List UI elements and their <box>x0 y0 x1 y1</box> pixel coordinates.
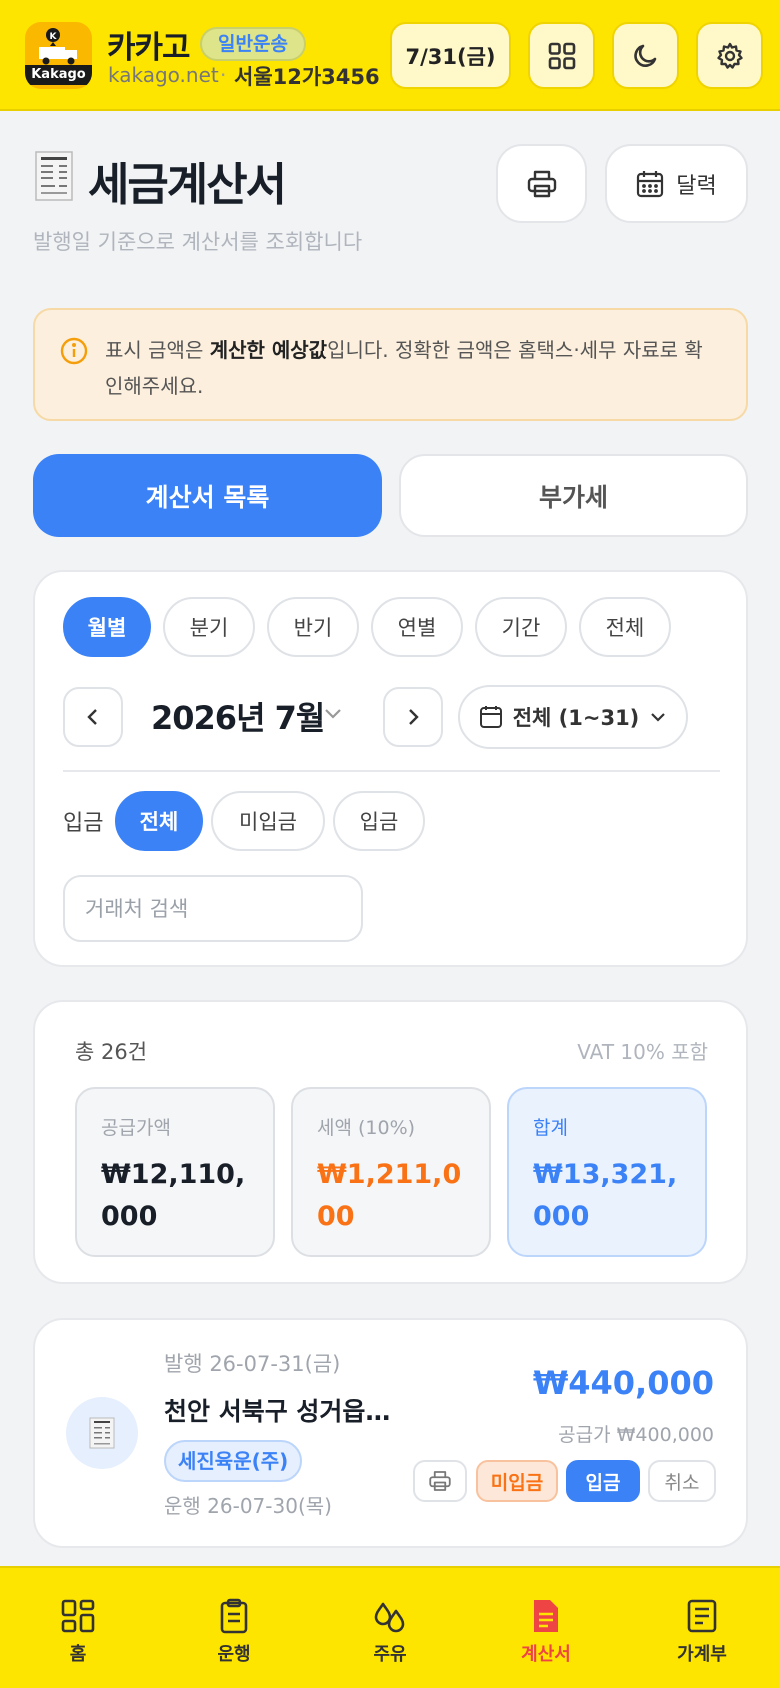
document-icon <box>534 1600 558 1632</box>
moon-icon <box>633 44 656 67</box>
calendar-icon <box>637 170 664 197</box>
nav-fuel-label: 주유 <box>373 1644 407 1665</box>
business-type-badge: 일반운송 <box>200 27 306 61</box>
tax-label: 세액 (10%) <box>317 1117 416 1139</box>
total-count: 총 26건 <box>75 1040 148 1064</box>
invoice-amount: ₩440,000 <box>532 1364 714 1402</box>
issue-date: 발행 26-07-31(금) <box>164 1352 341 1376</box>
invoice-list-item[interactable]: 발행 26-07-31(금) 천안 서북구 성거읍… 세진육운(주) 운행 26… <box>33 1318 748 1548</box>
tab-invoice-list[interactable]: 계산서 목록 <box>33 454 382 537</box>
bottom-navigation: 홈 운행 주유 계산서 가계부 <box>0 1566 780 1688</box>
vat-note: VAT 10% 포함 <box>577 1040 708 1064</box>
period-all[interactable]: 전체 <box>579 597 671 657</box>
day-range-label: 전체 (1~31) <box>512 706 640 730</box>
period-monthly[interactable]: 월별 <box>63 597 151 657</box>
calendar-label: 달력 <box>676 173 717 199</box>
invoice-title: 천안 서북구 성거읍… <box>164 1397 391 1426</box>
calendar-button[interactable]: 달력 <box>605 144 748 223</box>
cancel-button[interactable]: 취소 <box>648 1460 716 1502</box>
tax-amount-box: 세액 (10%) ₩1,211,000 <box>291 1087 491 1257</box>
settings-button[interactable] <box>696 22 763 89</box>
receipt-icon <box>35 151 73 201</box>
period-yearly[interactable]: 연별 <box>371 597 463 657</box>
month-selector[interactable]: 2026년 7월 <box>151 693 325 739</box>
nav-invoice[interactable]: 계산서 <box>468 1568 624 1688</box>
calendar-icon <box>479 706 502 728</box>
truck-icon: K <box>38 27 77 64</box>
paid-button[interactable]: 입금 <box>566 1460 640 1502</box>
logo-text: Kakago <box>25 64 92 85</box>
notice-banner: 표시 금액은 계산한 예상값입니다. 정확한 금액은 홈택스·세무 자료로 확인… <box>33 308 748 421</box>
filter-card: 월별 분기 반기 연별 기간 전체 2026년 7월 전체 (1~31) 입금 … <box>33 570 748 967</box>
page-subtitle: 발행일 기준으로 계산서를 조회합니다 <box>33 230 363 254</box>
apps-button[interactable] <box>528 22 595 89</box>
book-icon <box>687 1599 717 1633</box>
nav-trips[interactable]: 운행 <box>156 1568 312 1688</box>
page-title: 세금계산서 <box>88 158 287 211</box>
total-value: ₩13,321,000 <box>533 1159 678 1232</box>
nav-ledger[interactable]: 가계부 <box>624 1568 780 1688</box>
prev-month-button[interactable] <box>63 687 123 747</box>
chevron-right-icon <box>409 709 419 725</box>
invoice-thumbnail <box>66 1397 138 1469</box>
receipt-icon <box>89 1417 115 1449</box>
app-name: 카카고 <box>107 30 191 66</box>
separator-dot: · <box>220 63 227 87</box>
unpaid-button[interactable]: 미입금 <box>476 1460 558 1502</box>
period-half[interactable]: 반기 <box>267 597 359 657</box>
client-badge: 세진육운(주) <box>164 1440 303 1482</box>
app-logo[interactable]: K Kakago <box>25 22 92 89</box>
next-month-button[interactable] <box>383 687 443 747</box>
dark-mode-button[interactable] <box>612 22 679 89</box>
nav-trips-label: 운행 <box>217 1644 251 1665</box>
supply-value: ₩12,110,000 <box>101 1159 246 1232</box>
supply-amount: 공급가 ₩400,000 <box>558 1424 714 1446</box>
payment-filter-label: 입금 <box>63 811 104 836</box>
drops-icon <box>374 1602 405 1633</box>
total-label: 합계 <box>533 1117 568 1139</box>
nav-fuel[interactable]: 주유 <box>312 1568 468 1688</box>
svg-text:K: K <box>49 32 57 42</box>
date-button[interactable]: 7/31(금) <box>390 22 511 89</box>
chevron-down-icon <box>651 713 666 722</box>
supply-label: 공급가액 <box>101 1117 171 1139</box>
payment-paid[interactable]: 입금 <box>333 791 425 851</box>
nav-home[interactable]: 홈 <box>0 1568 156 1688</box>
clipboard-icon <box>220 1598 248 1634</box>
notice-emphasis: 계산한 예상값 <box>209 338 328 362</box>
printer-icon <box>527 170 556 197</box>
chevron-down-icon[interactable] <box>323 707 343 721</box>
app-header: K Kakago 카카고 일반운송 kakago.net · 서울12가3456… <box>0 0 780 111</box>
vehicle-plate: 서울12가3456 <box>234 65 380 89</box>
run-date: 운행 26-07-30(목) <box>164 1494 332 1518</box>
printer-icon <box>429 1471 451 1491</box>
tax-value: ₩1,211,000 <box>317 1159 462 1232</box>
client-search-input[interactable] <box>63 875 363 942</box>
nav-home-label: 홈 <box>69 1644 87 1665</box>
app-domain: kakago.net <box>108 63 219 87</box>
gear-icon <box>716 42 743 69</box>
day-range-select[interactable]: 전체 (1~31) <box>458 685 688 749</box>
notice-text: 표시 금액은 계산한 예상값입니다. 정확한 금액은 홈택스·세무 자료로 확인… <box>105 338 703 398</box>
period-range[interactable]: 기간 <box>475 597 567 657</box>
divider <box>63 770 720 772</box>
nav-ledger-label: 가계부 <box>677 1644 727 1665</box>
nav-invoice-label: 계산서 <box>521 1644 571 1665</box>
payment-all[interactable]: 전체 <box>115 791 203 851</box>
summary-card: 총 26건 VAT 10% 포함 공급가액 ₩12,110,000 세액 (10… <box>33 1000 748 1284</box>
tab-vat[interactable]: 부가세 <box>399 454 748 537</box>
grid-icon <box>548 42 575 69</box>
period-quarterly[interactable]: 분기 <box>163 597 255 657</box>
total-amount-box: 합계 ₩13,321,000 <box>507 1087 707 1257</box>
payment-unpaid[interactable]: 미입금 <box>211 791 325 851</box>
grid-icon <box>61 1599 95 1633</box>
print-button[interactable] <box>496 144 587 223</box>
chevron-left-icon <box>87 709 97 725</box>
item-print-button[interactable] <box>413 1460 467 1502</box>
info-icon <box>60 337 88 365</box>
supply-amount-box: 공급가액 ₩12,110,000 <box>75 1087 275 1257</box>
